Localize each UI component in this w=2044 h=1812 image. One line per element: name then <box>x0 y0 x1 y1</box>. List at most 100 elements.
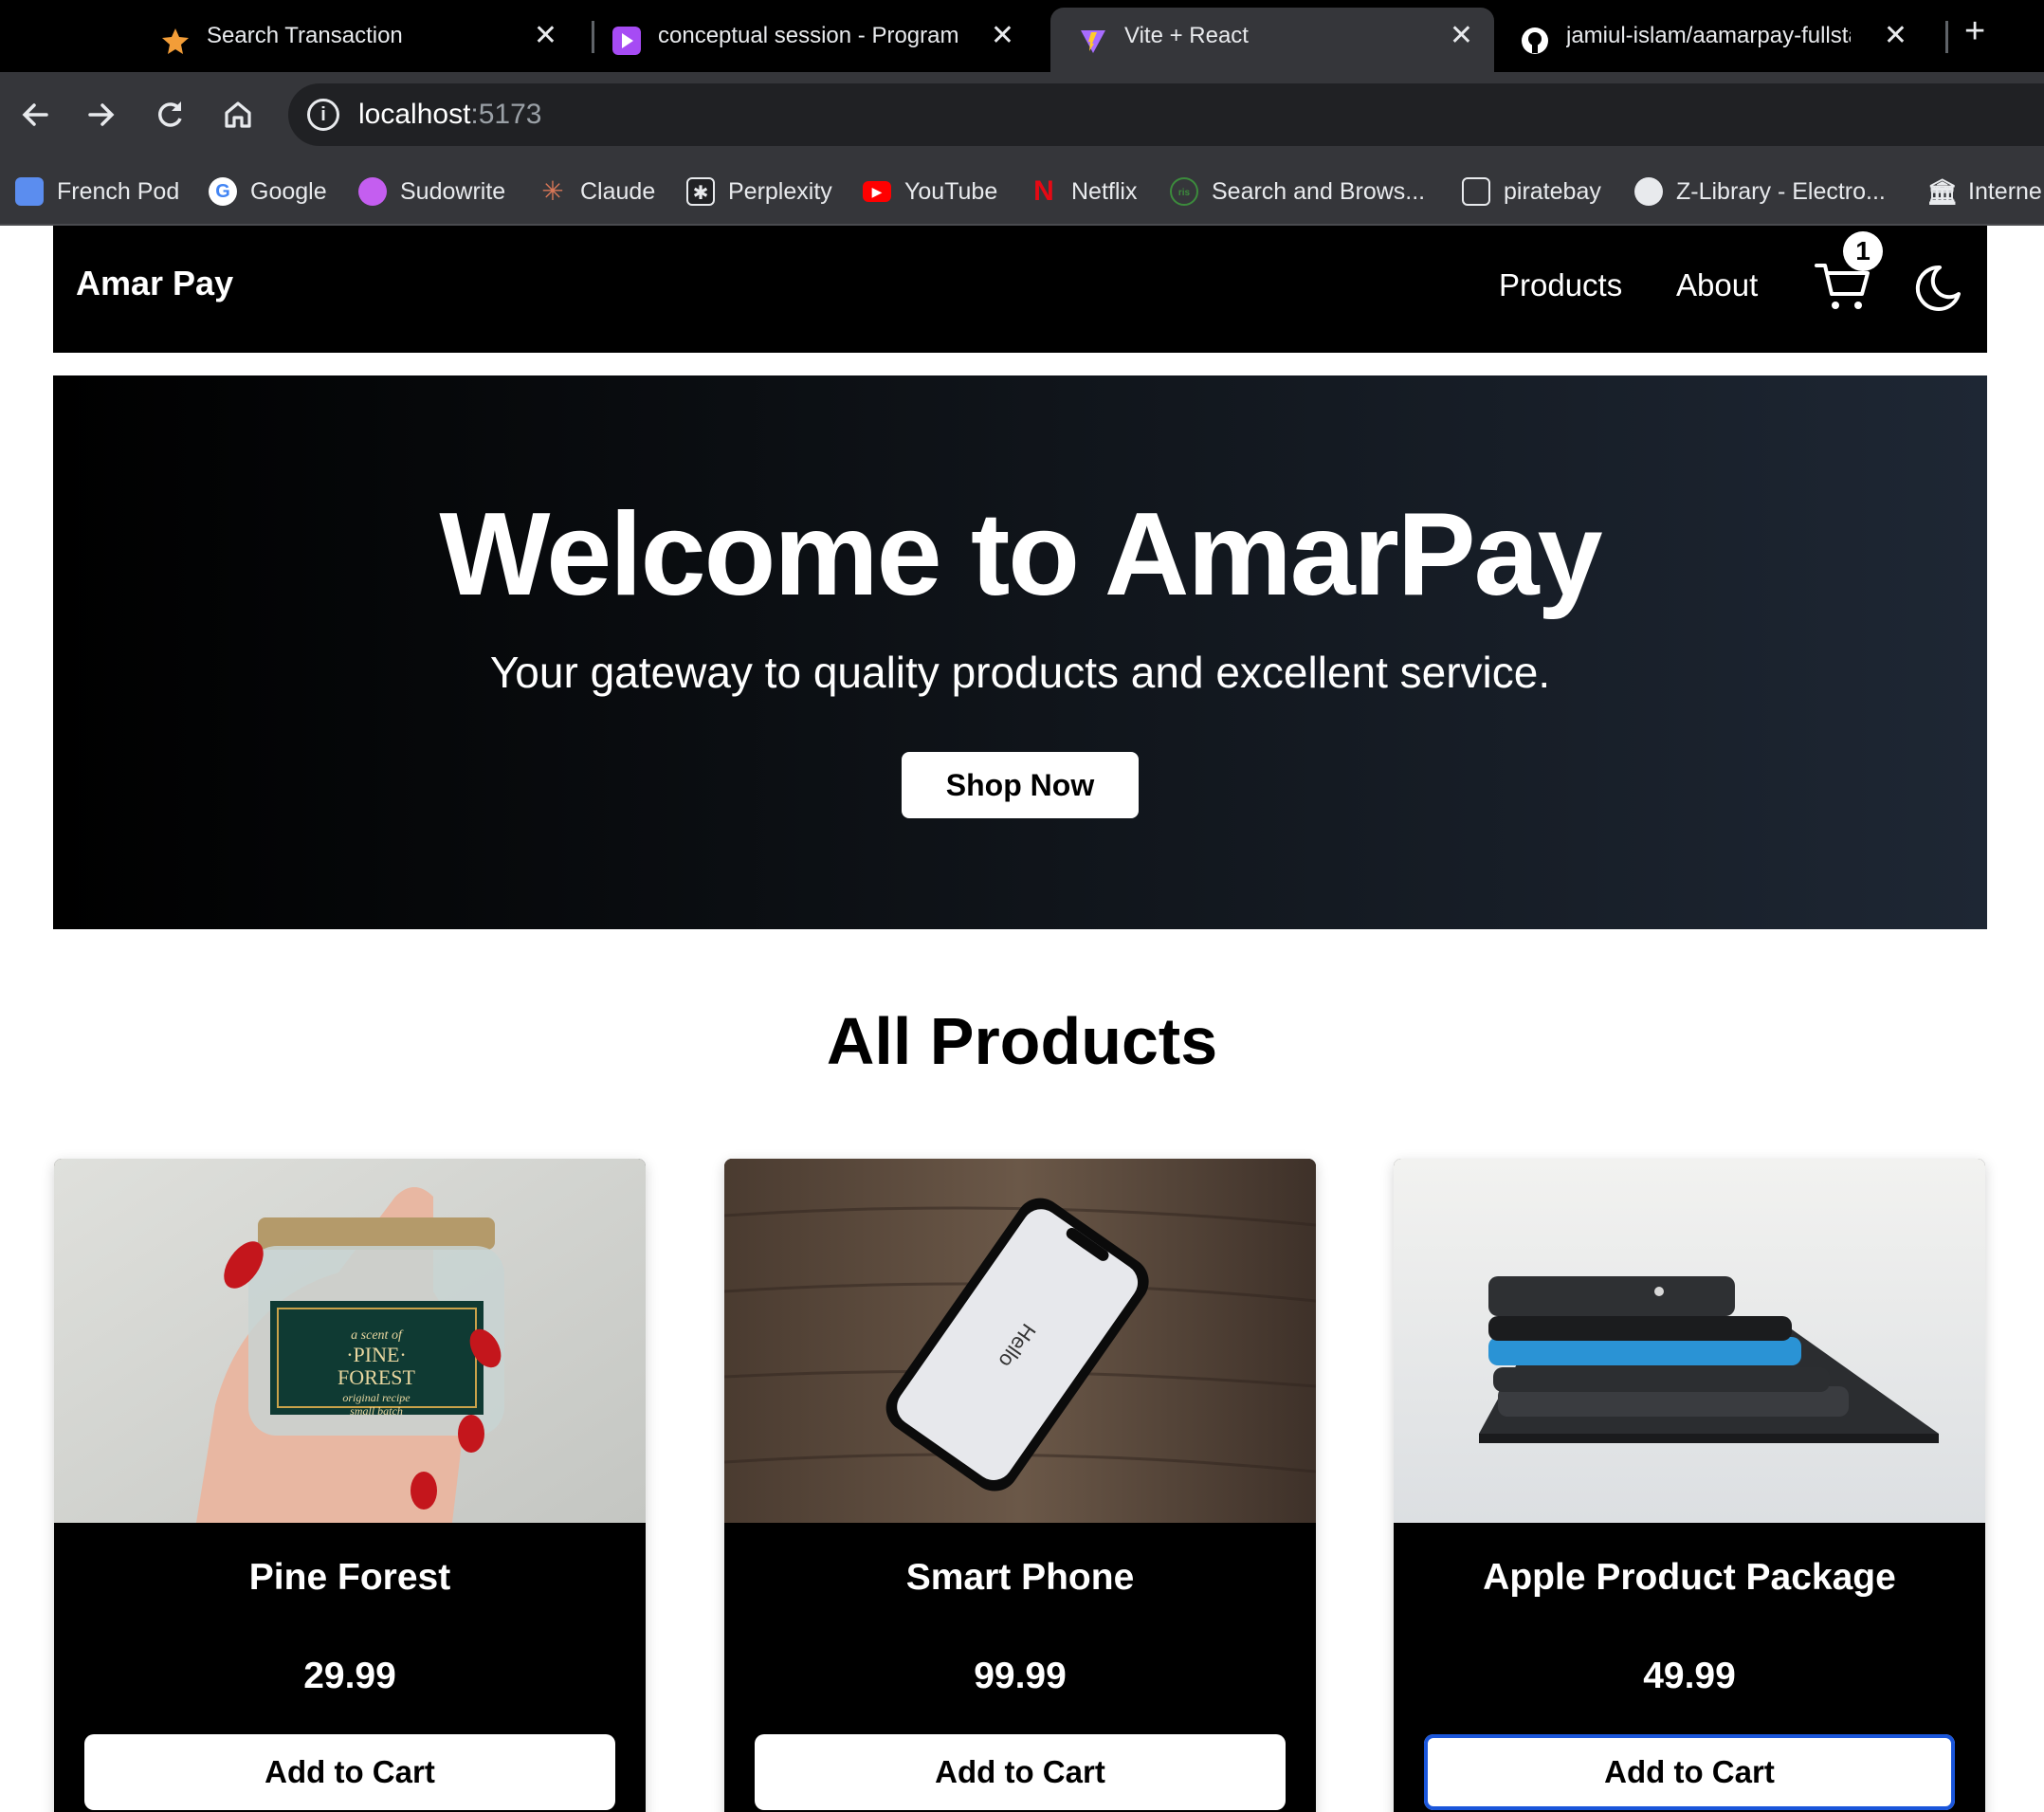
browser-tab-strip: Search Transaction ✕ conceptual session … <box>0 0 2044 72</box>
back-arrow-icon <box>22 103 48 126</box>
address-text: localhost:5173 <box>358 99 541 131</box>
google-icon: G <box>209 177 237 206</box>
product-name: Pine Forest <box>248 1557 451 1598</box>
home-icon <box>225 101 251 128</box>
bookmark-label: Sudowrite <box>400 177 506 205</box>
browser-tab[interactable]: Search Transaction ✕ <box>133 8 578 68</box>
bookmark-item[interactable]: ▶ YouTube <box>863 174 997 209</box>
browser-tab[interactable]: jamiul-islam/aamarpay-fullsta ✕ <box>1492 8 1928 68</box>
jar-label-line: small batch <box>350 1404 403 1418</box>
bookmark-label: Interne <box>1968 177 2042 205</box>
vite-favicon-icon <box>1081 30 1105 53</box>
bookmark-item[interactable]: ris Search and Brows... <box>1170 174 1425 209</box>
bookmark-item[interactable]: French Pod <box>15 174 179 209</box>
hero-title: Welcome to AmarPay <box>439 489 1602 620</box>
bookmark-item[interactable]: ✳ Claude <box>538 174 655 209</box>
bookmark-label: piratebay <box>1504 177 1601 205</box>
jar-label-line: original recipe <box>342 1391 411 1404</box>
bookmark-label: Search and Brows... <box>1212 177 1426 205</box>
pine-forest-jar-illustration: a scent of ·PINE· FOREST original recipe… <box>54 1159 646 1523</box>
jar-label-line: a scent of <box>351 1328 404 1343</box>
youtube-icon: ▶ <box>863 181 891 202</box>
piratebay-icon <box>1462 177 1490 206</box>
bookmark-item[interactable]: Sudowrite <box>358 174 505 209</box>
bookmarks-bar: French Pod G Google Sudowrite ✳ Claude ✱ Pe… <box>0 157 2044 226</box>
product-name: Apple Product Package <box>1483 1557 1896 1598</box>
add-to-cart-button[interactable]: Add to Cart <box>1424 1734 1955 1810</box>
product-image-smart-phone[interactable]: Hello <box>724 1159 1316 1523</box>
close-icon[interactable]: ✕ <box>1450 19 1473 52</box>
cart-count-badge: 1 <box>1843 231 1883 271</box>
browser-toolbar: i localhost:5173 <box>0 72 2044 157</box>
tab-separator <box>1945 21 1948 53</box>
jar-label-line: FOREST <box>338 1365 415 1389</box>
close-icon[interactable]: ✕ <box>1884 19 1907 52</box>
add-to-cart-button[interactable]: Add to Cart <box>755 1734 1286 1810</box>
perplexity-icon: ✱ <box>686 177 715 206</box>
forward-button[interactable] <box>80 93 123 137</box>
product-price: 29.99 <box>303 1656 396 1696</box>
zlibrary-icon <box>1634 177 1663 206</box>
play-favicon-icon <box>612 27 641 55</box>
bookmark-label: Netflix <box>1071 177 1138 205</box>
sudowrite-icon <box>358 177 387 206</box>
star-favicon-icon <box>162 28 189 54</box>
address-host: localhost <box>358 99 471 130</box>
french-pod-icon <box>15 177 44 206</box>
bookmark-label: Z-Library - Electro... <box>1676 177 1886 205</box>
shop-now-button[interactable]: Shop Now <box>902 752 1139 818</box>
bookmark-item[interactable]: Z-Library - Electro... <box>1634 174 1886 209</box>
internet-archive-icon: 🏛 <box>1926 177 1959 206</box>
claude-icon: ✳ <box>541 176 564 206</box>
site-navbar: Amar Pay Products About 1 <box>53 226 1987 353</box>
search-browse-icon: ris <box>1170 177 1198 206</box>
tab-title: Vite + React <box>1124 23 1249 48</box>
reload-icon <box>158 101 182 127</box>
back-button[interactable] <box>13 93 57 137</box>
product-price: 99.99 <box>974 1656 1067 1696</box>
browser-tab-active[interactable]: Vite + React ✕ <box>1050 8 1494 72</box>
forward-arrow-icon <box>88 103 115 126</box>
jar-label-line: ·PINE· <box>346 1343 407 1366</box>
browser-tab[interactable]: conceptual session - Program ✕ <box>584 8 1035 68</box>
address-bar[interactable]: i localhost:5173 <box>288 83 2044 146</box>
bookmark-item[interactable]: piratebay <box>1462 174 1601 209</box>
moon-icon[interactable] <box>1911 262 1964 315</box>
hero-banner: Welcome to AmarPay Your gateway to quali… <box>53 375 1987 929</box>
site-info-icon[interactable]: i <box>307 99 339 131</box>
hero-subtitle: Your gateway to quality products and exc… <box>489 648 1551 697</box>
github-favicon-icon <box>1522 27 1548 54</box>
section-title: All Products <box>826 1004 1218 1078</box>
home-button[interactable] <box>216 93 260 137</box>
bookmark-label: Perplexity <box>728 177 832 205</box>
bookmark-label: YouTube <box>904 177 998 205</box>
smart-phone-illustration: Hello <box>724 1159 1316 1523</box>
brand-logo[interactable]: Amar Pay <box>76 264 233 303</box>
netflix-icon: N <box>1033 175 1054 207</box>
nav-link-products[interactable]: Products <box>1499 267 1622 303</box>
bookmark-item[interactable]: 🏛 Interne <box>1926 174 2042 209</box>
tab-title: jamiul-islam/aamarpay-fullsta <box>1566 23 1851 48</box>
address-port: :5173 <box>470 99 542 130</box>
nav-link-about[interactable]: About <box>1676 267 1758 303</box>
tab-title: conceptual session - Program <box>658 23 958 48</box>
tab-title: Search Transaction <box>207 23 403 48</box>
bookmark-item[interactable]: N Netflix <box>1030 174 1137 209</box>
close-icon[interactable]: ✕ <box>991 19 1014 52</box>
product-image-apple-package[interactable] <box>1394 1159 1985 1523</box>
new-tab-button[interactable]: + <box>1964 11 1985 52</box>
bookmark-label: Google <box>250 177 327 205</box>
bookmark-item[interactable]: ✱ Perplexity <box>686 174 832 209</box>
add-to-cart-button[interactable]: Add to Cart <box>84 1734 615 1810</box>
bookmark-label: French Pod <box>57 177 180 205</box>
reload-button[interactable] <box>148 93 192 137</box>
product-card: Hello Smart Phone 99.99 Add to Cart <box>724 1159 1316 1812</box>
apple-products-illustration <box>1394 1159 1985 1523</box>
product-image-pine-forest[interactable]: a scent of ·PINE· FOREST original recipe… <box>54 1159 646 1523</box>
bookmark-label: Claude <box>580 177 656 205</box>
close-icon[interactable]: ✕ <box>534 19 557 52</box>
product-price: 49.99 <box>1643 1656 1736 1696</box>
product-name: Smart Phone <box>905 1557 1135 1598</box>
bookmark-item[interactable]: G Google <box>209 174 327 209</box>
product-card: Apple Product Package 49.99 Add to Cart <box>1394 1159 1985 1812</box>
